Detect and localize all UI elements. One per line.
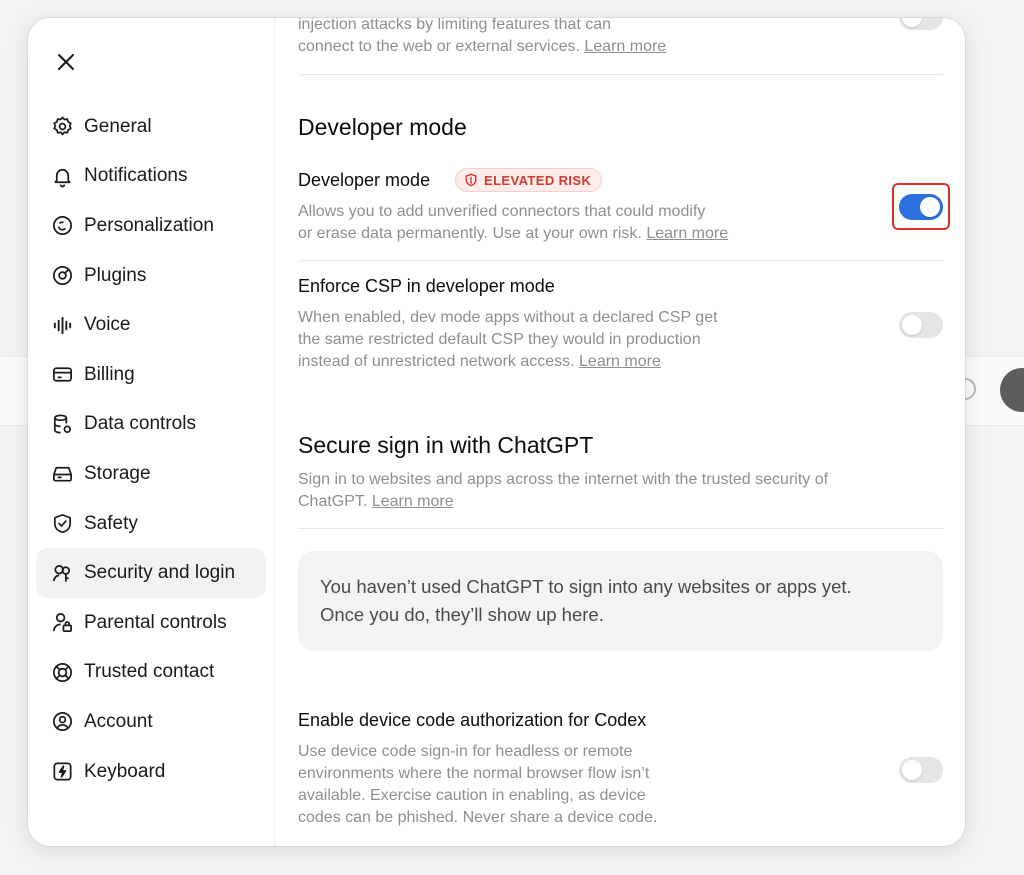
- enforce-csp-toggle[interactable]: [899, 312, 943, 338]
- sidebar-item-label: Notifications: [84, 165, 188, 187]
- shield-check-icon: [50, 512, 74, 536]
- parental-lock-icon: [50, 611, 74, 635]
- top-partial-description: injection attacks by limiting features t…: [298, 18, 667, 55]
- secure-signin-description: Sign in to websites and apps across the …: [298, 471, 829, 510]
- sidebar-item-label: Security and login: [84, 562, 236, 584]
- top-partial-toggle[interactable]: [899, 18, 943, 30]
- sidebar-item-label: Personalization: [84, 214, 214, 236]
- learn-more-link[interactable]: Learn more: [584, 38, 666, 55]
- sidebar-item-label: General: [84, 115, 152, 137]
- sidebar-item-personalization[interactable]: Personalization: [36, 201, 266, 251]
- sidebar-item-label: Billing: [84, 363, 135, 385]
- sidebar-item-label: Trusted contact: [84, 661, 215, 683]
- gear-icon: [50, 115, 74, 139]
- personalization-icon: [50, 214, 74, 238]
- lifebuoy-icon: [50, 660, 74, 684]
- learn-more-link[interactable]: Learn more: [646, 225, 728, 242]
- sidebar-item-label: Account: [84, 710, 153, 732]
- security-people-icon: [50, 561, 74, 585]
- sidebar-item-label: Parental controls: [84, 611, 227, 633]
- section-divider: [298, 74, 943, 75]
- sidebar-item-storage[interactable]: Storage: [36, 449, 266, 499]
- section-divider: [298, 260, 943, 261]
- database-gear-icon: [50, 412, 74, 436]
- sidebar-item-voice[interactable]: Voice: [36, 300, 266, 350]
- plugins-icon: [50, 264, 74, 288]
- device-code-label: Enable device code authorization for Cod…: [298, 710, 647, 730]
- storage-drive-icon: [50, 462, 74, 486]
- developer-mode-heading: Developer mode: [298, 114, 467, 140]
- sidebar-item-label: Storage: [84, 462, 151, 484]
- signin-empty-state: You haven’t used ChatGPT to sign into an…: [298, 551, 943, 651]
- sidebar-item-parental-controls[interactable]: Parental controls: [36, 598, 266, 648]
- sidebar-item-notifications[interactable]: Notifications: [36, 152, 266, 202]
- sidebar-item-data-controls[interactable]: Data controls: [36, 400, 266, 450]
- warning-shield-icon: [465, 173, 477, 187]
- settings-modal: General Notifications Personalization Pl…: [28, 18, 965, 846]
- learn-more-link[interactable]: Learn more: [579, 353, 661, 370]
- developer-mode-description: Allows you to add unverified connectors …: [298, 203, 729, 242]
- sidebar-item-label: Data controls: [84, 413, 196, 435]
- account-circle-icon: [50, 710, 74, 734]
- close-icon: [58, 54, 74, 70]
- enforce-csp-description: When enabled, dev mode apps without a de…: [298, 309, 718, 370]
- sidebar-item-plugins[interactable]: Plugins: [36, 251, 266, 301]
- sidebar-item-general[interactable]: General: [36, 102, 266, 152]
- developer-mode-toggle[interactable]: [899, 194, 943, 220]
- sidebar-item-trusted-contact[interactable]: Trusted contact: [36, 648, 266, 698]
- enforce-csp-label: Enforce CSP in developer mode: [298, 276, 555, 296]
- sidebar-item-account[interactable]: Account: [36, 697, 266, 747]
- secure-signin-heading: Secure sign in with ChatGPT: [298, 432, 594, 458]
- close-button[interactable]: [50, 46, 82, 78]
- sidebar-item-security-and-login[interactable]: Security and login: [36, 548, 266, 598]
- device-code-description: Use device code sign-in for headless or …: [298, 743, 658, 826]
- sidebar-item-label: Plugins: [84, 264, 147, 286]
- bell-icon: [50, 164, 74, 188]
- keyboard-bolt-icon: [50, 760, 74, 784]
- sidebar-item-keyboard[interactable]: Keyboard: [36, 747, 266, 797]
- device-code-toggle[interactable]: [899, 757, 943, 783]
- developer-mode-label: Developer mode: [298, 170, 431, 190]
- sidebar-item-label: Voice: [84, 314, 131, 336]
- learn-more-link[interactable]: Learn more: [372, 493, 454, 510]
- settings-nav: General Notifications Personalization Pl…: [36, 102, 266, 796]
- sidebar-item-safety[interactable]: Safety: [36, 499, 266, 549]
- sidebar-item-billing[interactable]: Billing: [36, 350, 266, 400]
- sidebar-item-label: Keyboard: [84, 760, 166, 782]
- voice-waveform-icon: [50, 313, 74, 337]
- elevated-risk-badge: ELEVATED RISK: [455, 168, 603, 192]
- credit-card-icon: [50, 363, 74, 387]
- settings-sidebar: General Notifications Personalization Pl…: [28, 18, 275, 846]
- section-divider: [298, 528, 943, 529]
- settings-content: injection attacks by limiting features t…: [298, 18, 950, 846]
- sidebar-item-label: Safety: [84, 512, 138, 534]
